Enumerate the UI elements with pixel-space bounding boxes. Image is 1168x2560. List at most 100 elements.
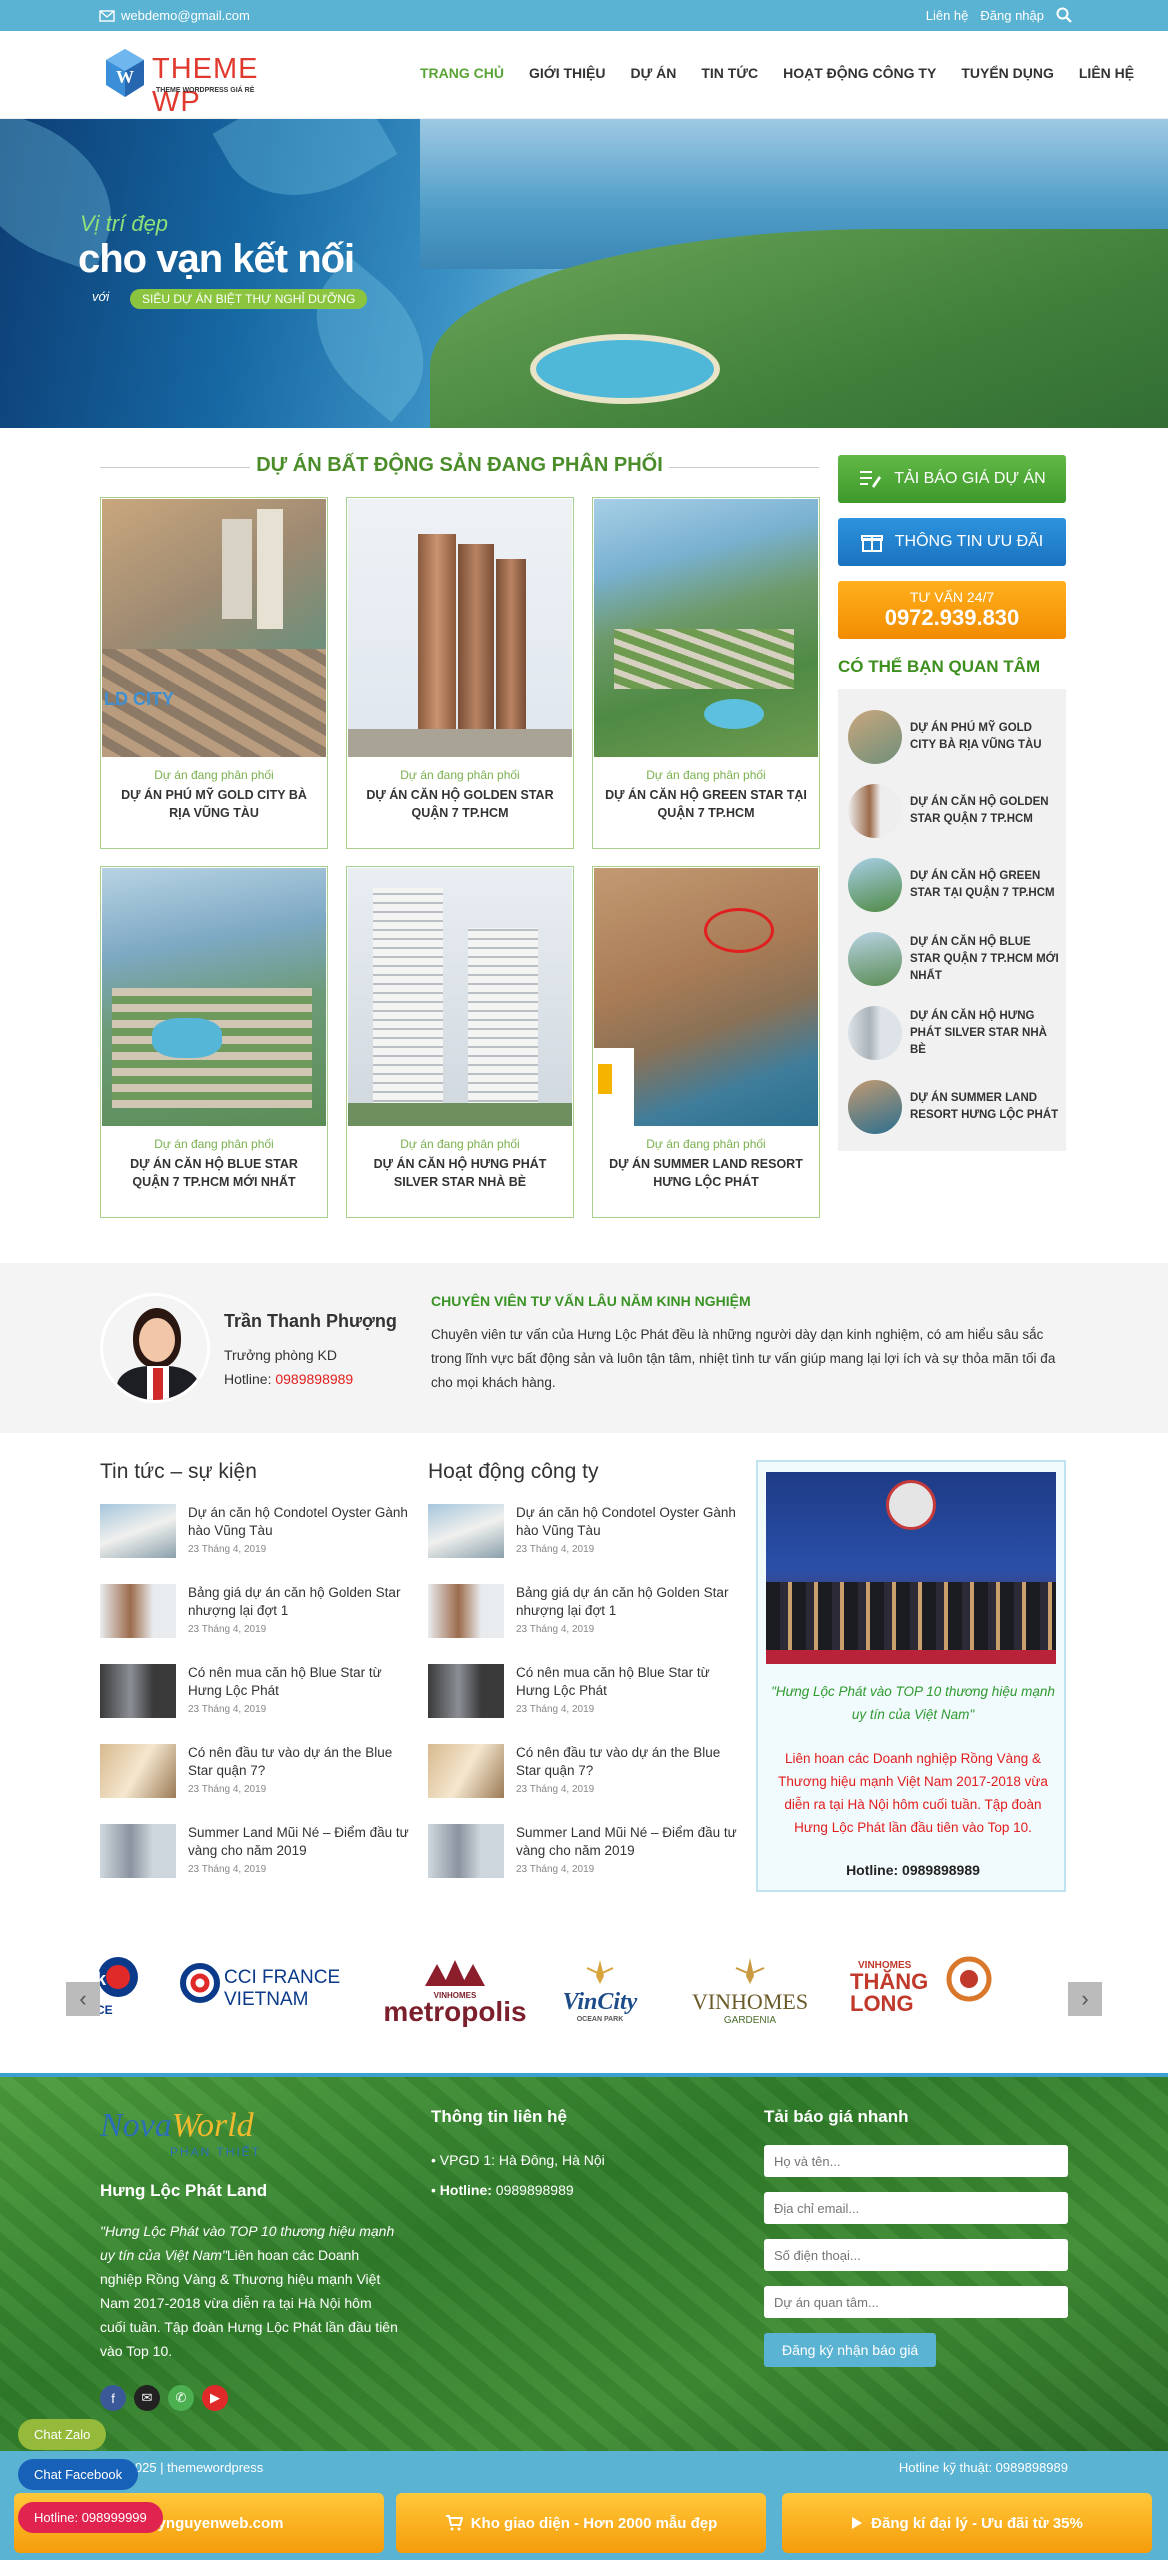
partner-logo-vinhomes-thanglong[interactable]: VINHOMES THĂNG LONG <box>850 1956 1000 2015</box>
project-image[interactable] <box>594 868 818 1126</box>
footer-hotline-number[interactable]: 0989898989 <box>496 2182 574 2198</box>
project-category[interactable]: Dự án đang phân phối <box>101 1137 327 1151</box>
activity-item[interactable]: Có nên mua căn hộ Blue Star từ Hưng Lộc … <box>428 1664 738 1744</box>
news-item[interactable]: Bảng giá dự án căn hộ Golden Star nhượng… <box>100 1584 410 1664</box>
top-login-link[interactable]: Đăng nhập <box>980 8 1044 23</box>
project-image[interactable] <box>348 499 572 757</box>
project-category[interactable]: Dự án đang phân phối <box>593 1137 819 1151</box>
activity-item-title[interactable]: Dự án căn hộ Condotel Oyster Gành hào Vũ… <box>516 1504 738 1540</box>
news-item-title[interactable]: Bảng giá dự án căn hộ Golden Star nhượng… <box>188 1584 410 1620</box>
cta-button-agency[interactable]: Đăng kí đại lý - Ưu đãi từ 35% <box>782 2493 1152 2553</box>
nav-careers[interactable]: TUYỂN DỤNG <box>961 65 1054 81</box>
related-item[interactable]: DỰ ÁN SUMMER LAND RESORT HƯNG LỘC PHÁT <box>848 1077 1060 1137</box>
related-label[interactable]: DỰ ÁN CĂN HỘ BLUE STAR QUẬN 7 TP.HCM MỚI… <box>910 934 1060 985</box>
project-title[interactable]: DỰ ÁN CĂN HỘ GREEN STAR TẠI QUẬN 7 TP.HC… <box>605 786 807 822</box>
project-title[interactable]: DỰ ÁN CĂN HỘ HƯNG PHÁT SILVER STAR NHÀ B… <box>359 1155 561 1191</box>
submit-quote-button[interactable]: Đăng ký nhận báo giá <box>764 2333 937 2367</box>
news-thumb[interactable] <box>100 1584 176 1638</box>
related-thumb[interactable] <box>848 710 902 764</box>
project-title[interactable]: DỰ ÁN CĂN HỘ BLUE STAR QUẬN 7 TP.HCM MỚI… <box>113 1155 315 1191</box>
project-interest-input[interactable] <box>764 2286 1068 2318</box>
project-card[interactable]: Dự án đang phân phối DỰ ÁN CĂN HỘ GOLDEN… <box>346 497 574 849</box>
related-item[interactable]: DỰ ÁN CĂN HỘ GOLDEN STAR QUẬN 7 TP.HCM <box>848 781 1060 841</box>
carousel-prev-button[interactable]: ‹ <box>66 1982 100 2016</box>
project-image[interactable]: LD CITY <box>102 499 326 757</box>
facebook-icon[interactable]: f <box>100 2385 126 2411</box>
partner-logo-cci[interactable]: CCI FRANCE VIETNAM <box>180 1963 350 2011</box>
activity-item-title[interactable]: Bảng giá dự án căn hộ Golden Star nhượng… <box>516 1584 738 1620</box>
related-label[interactable]: DỰ ÁN SUMMER LAND RESORT HƯNG LỘC PHÁT <box>910 1090 1060 1124</box>
name-input[interactable] <box>764 2145 1068 2177</box>
project-card[interactable]: Dự án đang phân phối DỰ ÁN SUMMER LAND R… <box>592 866 820 1218</box>
project-image[interactable] <box>348 868 572 1126</box>
related-label[interactable]: DỰ ÁN CĂN HỘ GOLDEN STAR QUẬN 7 TP.HCM <box>910 794 1060 828</box>
chat-facebook-button[interactable]: Chat Facebook <box>18 2459 139 2490</box>
related-item[interactable]: DỰ ÁN CĂN HỘ GREEN STAR TẠI QUẬN 7 TP.HC… <box>848 855 1060 915</box>
related-thumb[interactable] <box>848 1006 902 1060</box>
project-card[interactable]: Dự án đang phân phối DỰ ÁN CĂN HỘ BLUE S… <box>100 866 328 1218</box>
nav-about[interactable]: GIỚI THIỆU <box>529 65 606 81</box>
related-label[interactable]: DỰ ÁN CĂN HỘ HƯNG PHÁT SILVER STAR NHÀ B… <box>910 1008 1060 1059</box>
phone-icon[interactable]: ✆ <box>168 2385 194 2411</box>
related-item[interactable]: DỰ ÁN CĂN HỘ HƯNG PHÁT SILVER STAR NHÀ B… <box>848 1003 1060 1063</box>
download-price-button[interactable]: TẢI BÁO GIÁ DỰ ÁN <box>838 455 1066 503</box>
project-title[interactable]: DỰ ÁN CĂN HỘ GOLDEN STAR QUẬN 7 Tp.HCM <box>359 786 561 822</box>
related-item[interactable]: DỰ ÁN PHÚ MỸ GOLD CITY BÀ RỊA VŨNG TÀU <box>848 707 1060 767</box>
activity-thumb[interactable] <box>428 1744 504 1798</box>
top-contact-link[interactable]: Liên hệ <box>926 8 969 23</box>
phone-input[interactable] <box>764 2239 1068 2271</box>
news-item[interactable]: Có nên đầu tư vào dự án the Blue Star qu… <box>100 1744 410 1824</box>
activity-item[interactable]: Dự án căn hộ Condotel Oyster Gành hào Vũ… <box>428 1504 738 1584</box>
partner-logo-vincity[interactable]: VinCity OCEAN PARK <box>555 1960 645 2023</box>
search-icon[interactable] <box>1056 7 1072 23</box>
project-category[interactable]: Dự án đang phân phối <box>347 768 573 782</box>
activity-thumb[interactable] <box>428 1584 504 1638</box>
news-thumb[interactable] <box>100 1744 176 1798</box>
project-card[interactable]: Dự án đang phân phối DỰ ÁN CĂN HỘ HƯNG P… <box>346 866 574 1218</box>
activity-item-title[interactable]: Có nên mua căn hộ Blue Star từ Hưng Lộc … <box>516 1664 738 1700</box>
cta-button-themes[interactable]: Kho giao diện - Hơn 2000 mẫu đẹp <box>396 2493 766 2553</box>
news-item[interactable]: Có nên mua căn hộ Blue Star từ Hưng Lộc … <box>100 1664 410 1744</box>
related-thumb[interactable] <box>848 1080 902 1134</box>
news-thumb[interactable] <box>100 1664 176 1718</box>
project-category[interactable]: Dự án đang phân phối <box>593 768 819 782</box>
partner-logo-metropolis[interactable]: VINHOMES metropolis <box>380 1960 530 2028</box>
news-item-title[interactable]: Summer Land Mũi Né – Điểm đầu tư vàng ch… <box>188 1824 410 1860</box>
project-title[interactable]: DỰ ÁN SUMMER LAND RESORT HƯNG LỘC PHÁT <box>605 1155 807 1191</box>
project-category[interactable]: Dự án đang phân phối <box>347 1137 573 1151</box>
activity-item-title[interactable]: Có nên đầu tư vào dự án the Blue Star qu… <box>516 1744 738 1780</box>
footer-logo[interactable]: NovaWorld <box>100 2107 400 2145</box>
nav-activities[interactable]: HOẠT ĐỘNG CÔNG TY <box>783 65 936 81</box>
site-logo[interactable]: W THEME WP THEME WORDPRESS GIÁ RẺ <box>104 47 304 118</box>
news-item-title[interactable]: Có nên đầu tư vào dự án the Blue Star qu… <box>188 1744 410 1780</box>
activity-thumb[interactable] <box>428 1664 504 1718</box>
related-label[interactable]: DỰ ÁN PHÚ MỸ GOLD CITY BÀ RỊA VŨNG TÀU <box>910 720 1060 754</box>
activity-item[interactable]: Bảng giá dự án căn hộ Golden Star nhượng… <box>428 1584 738 1664</box>
related-thumb[interactable] <box>848 932 902 986</box>
activity-thumb[interactable] <box>428 1824 504 1878</box>
project-title[interactable]: DỰ ÁN PHÚ MỸ GOLD CITY BÀ RỊA VŨNG TÀU <box>113 786 315 822</box>
activity-item-title[interactable]: Summer Land Mũi Né – Điểm đầu tư vàng ch… <box>516 1824 738 1860</box>
consultant-hotline-number[interactable]: 0989898989 <box>275 1371 353 1387</box>
project-card[interactable]: LD CITY Dự án đang phân phối DỰ ÁN PHÚ M… <box>100 497 328 849</box>
partner-logo-vinhomes-gardenia[interactable]: VINHOMES GARDENIA <box>685 1958 815 2026</box>
consult-hotline-button[interactable]: TƯ VẤN 24/7 0972.939.830 <box>838 581 1066 639</box>
activity-item[interactable]: Có nên đầu tư vào dự án the Blue Star qu… <box>428 1744 738 1824</box>
nav-projects[interactable]: DỰ ÁN <box>631 65 677 81</box>
activity-thumb[interactable] <box>428 1504 504 1558</box>
news-item-title[interactable]: Dự án căn hộ Condotel Oyster Gành hào Vũ… <box>188 1504 410 1540</box>
nav-home[interactable]: TRANG CHỦ <box>420 65 504 81</box>
email-input[interactable] <box>764 2192 1068 2224</box>
related-thumb[interactable] <box>848 784 902 838</box>
news-thumb[interactable] <box>100 1504 176 1558</box>
related-thumb[interactable] <box>848 858 902 912</box>
chat-zalo-button[interactable]: Chat Zalo <box>18 2419 107 2450</box>
news-item[interactable]: Dự án căn hộ Condotel Oyster Gành hào Vũ… <box>100 1504 410 1584</box>
news-item[interactable]: Summer Land Mũi Né – Điểm đầu tư vàng ch… <box>100 1824 410 1904</box>
activity-item[interactable]: Summer Land Mũi Né – Điểm đầu tư vàng ch… <box>428 1824 738 1904</box>
project-image[interactable] <box>594 499 818 757</box>
tech-hotline[interactable]: Hotline kỹ thuật: 0989898989 <box>899 2460 1068 2475</box>
carousel-next-button[interactable]: › <box>1068 1982 1102 2016</box>
hotline-float-button[interactable]: Hotline: 098999999 <box>18 2502 163 2533</box>
related-item[interactable]: DỰ ÁN CĂN HỘ BLUE STAR QUẬN 7 TP.HCM MỚI… <box>848 929 1060 989</box>
